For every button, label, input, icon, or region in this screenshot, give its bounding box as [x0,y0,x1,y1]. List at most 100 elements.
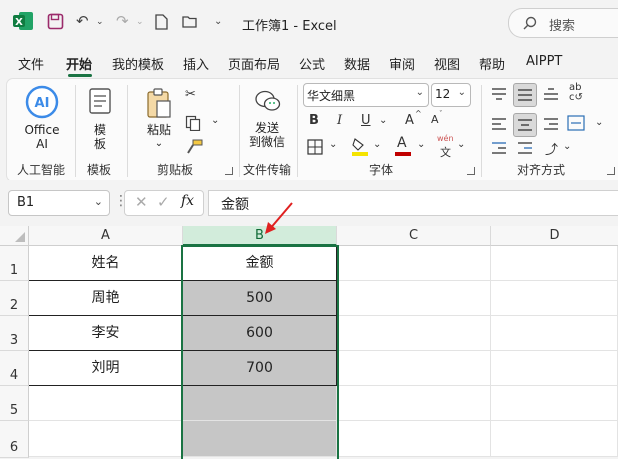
cell-a3[interactable]: 李安 [29,316,183,351]
name-box[interactable]: B1 ⌄ [8,190,110,216]
cell-b5[interactable] [183,386,337,421]
tab-my-templates[interactable]: 我的模板 [112,54,164,73]
send-to-wechat-button[interactable]: 发送 到微信 [245,85,289,155]
cell-b6[interactable] [183,421,337,457]
font-size-select[interactable]: 12 ⌄ [431,83,471,107]
search-input[interactable]: 搜索 [508,8,618,38]
merge-dropdown-icon[interactable]: ⌄ [595,117,603,128]
text-direction-icon[interactable]: ab c↺ [569,83,583,103]
font-color-button[interactable]: A [397,135,407,151]
cell-b4[interactable]: 700 [183,351,337,386]
cell-d1[interactable] [491,246,618,281]
underline-dropdown-icon[interactable]: ⌄ [379,115,387,126]
cell-c6[interactable] [337,421,491,457]
redo-dropdown-icon[interactable]: ⌄ [136,17,144,27]
confirm-entry-icon[interactable]: ✓ [157,193,170,211]
cell-c2[interactable] [337,281,491,316]
cell-c1[interactable] [337,246,491,281]
alignment-launcher-icon[interactable] [607,167,615,175]
decrease-indent-icon[interactable] [491,141,507,155]
row-header-4[interactable]: 4 [0,351,29,386]
cell-c3[interactable] [337,316,491,351]
cell-a6[interactable] [29,421,183,457]
font-color-dropdown-icon[interactable]: ⌄ [417,139,425,150]
cell-b1[interactable]: 金额 [183,246,337,281]
new-file-icon[interactable] [155,14,168,30]
cell-d4[interactable] [491,351,618,386]
customize-toolbar-icon[interactable]: ⌄ [214,16,222,27]
chevron-down-icon[interactable]: ⌄ [94,195,103,208]
insert-function-button[interactable]: fx [181,193,194,209]
column-header-b[interactable]: B [183,226,337,246]
align-right-icon[interactable] [543,117,559,131]
cell-d3[interactable] [491,316,618,351]
cell-a1[interactable]: 姓名 [29,246,183,281]
save-icon[interactable] [47,13,64,30]
cell-a4[interactable]: 刘明 [29,351,183,386]
increase-font-button[interactable]: A [405,113,414,128]
tab-file[interactable]: 文件 [18,54,44,73]
office-ai-button[interactable]: AI Office AI [19,83,65,153]
borders-icon[interactable] [307,139,323,155]
tab-formulas[interactable]: 公式 [299,54,325,73]
tab-insert[interactable]: 插入 [183,54,209,73]
row-header-2[interactable]: 2 [0,281,29,316]
phonetic-top[interactable]: wén [437,134,454,143]
tab-page-layout[interactable]: 页面布局 [228,54,280,73]
row-header-6[interactable]: 6 [0,421,29,458]
cancel-entry-icon[interactable]: ✕ [135,193,148,211]
fill-color-icon[interactable] [351,137,369,157]
row-header-5[interactable]: 5 [0,386,29,421]
underline-button[interactable]: U [361,113,371,128]
fill-color-dropdown-icon[interactable]: ⌄ [373,139,381,150]
tab-help[interactable]: 帮助 [479,54,505,73]
tab-home[interactable]: 开始 [66,54,92,73]
cell-c5[interactable] [337,386,491,421]
tab-view[interactable]: 视图 [434,54,460,73]
align-left-icon[interactable] [491,117,507,131]
merge-center-icon[interactable] [567,115,585,131]
align-center-button[interactable] [513,113,537,137]
phonetic-bottom[interactable]: 文 [440,144,451,160]
template-button[interactable]: 模 板 [85,85,115,155]
align-top-icon[interactable] [491,87,507,101]
cut-icon[interactable]: ✂ [185,87,196,102]
cell-b3[interactable]: 600 [183,316,337,351]
format-painter-icon[interactable] [185,139,203,155]
undo-dropdown-icon[interactable]: ⌄ [96,17,104,27]
orientation-icon[interactable]: ⤴ [545,139,558,158]
redo-icon[interactable]: ↷ [116,12,129,30]
row-header-3[interactable]: 3 [0,316,29,351]
copy-dropdown-icon[interactable]: ⌄ [211,115,219,126]
select-all-corner[interactable] [0,226,29,246]
column-header-a[interactable]: A [29,226,183,246]
cell-a5[interactable] [29,386,183,421]
borders-dropdown-icon[interactable]: ⌄ [329,139,337,150]
increase-indent-icon[interactable] [517,141,533,155]
cell-d6[interactable] [491,421,618,457]
tab-review[interactable]: 审阅 [389,54,415,73]
font-launcher-icon[interactable] [467,167,475,175]
undo-icon[interactable]: ↶ [76,12,89,30]
cell-a2[interactable]: 周艳 [29,281,183,316]
cell-d5[interactable] [491,386,618,421]
copy-icon[interactable] [185,115,201,131]
cell-b2[interactable]: 500 [183,281,337,316]
decrease-font-button[interactable]: A [431,113,439,126]
column-header-c[interactable]: C [337,226,491,246]
paste-button[interactable]: 粘贴 ⌄ [141,85,177,155]
cell-c4[interactable] [337,351,491,386]
orientation-dropdown-icon[interactable]: ⌄ [563,141,571,152]
italic-button[interactable]: I [337,113,342,128]
row-header-1[interactable]: 1 [0,246,29,281]
open-folder-icon[interactable] [182,15,198,28]
align-bottom-icon[interactable] [543,87,559,101]
clipboard-launcher-icon[interactable] [225,167,233,175]
cell-d2[interactable] [491,281,618,316]
column-header-d[interactable]: D [491,226,618,246]
paste-dropdown-icon[interactable]: ⌄ [141,137,177,151]
tab-data[interactable]: 数据 [344,54,370,73]
font-name-select[interactable]: 华文细黑 ⌄ [303,83,429,107]
align-middle-button[interactable] [513,83,537,107]
tab-aippt[interactable]: AIPPT [526,54,562,69]
